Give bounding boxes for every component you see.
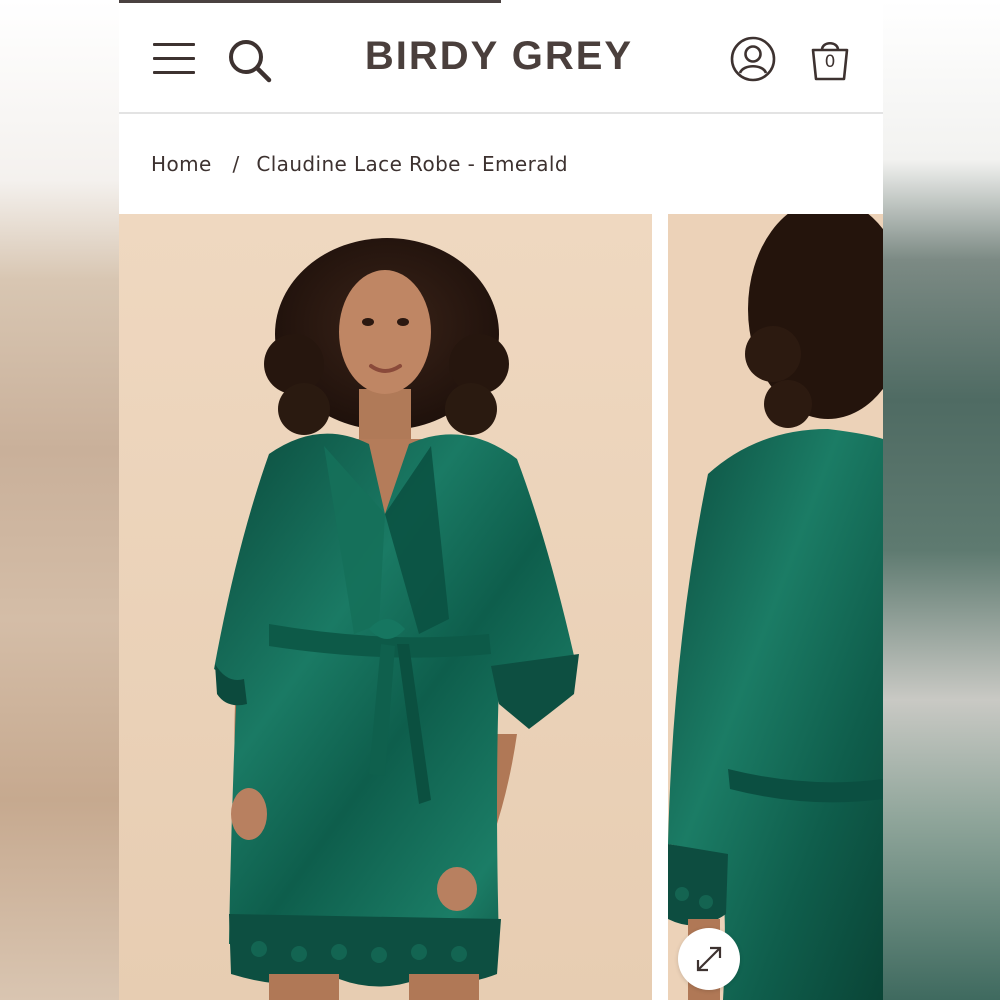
model-front-illustration bbox=[119, 214, 652, 1000]
breadcrumb: Home / Claudine Lace Robe - Emerald bbox=[151, 152, 568, 182]
breadcrumb-separator: / bbox=[232, 152, 240, 176]
product-gallery bbox=[119, 214, 883, 1000]
shopping-bag-icon[interactable]: 0 bbox=[807, 36, 853, 84]
model-back-illustration bbox=[668, 214, 883, 1000]
product-image-back[interactable] bbox=[668, 214, 883, 1000]
expand-icon bbox=[696, 946, 722, 972]
brand-logo[interactable]: BIRDY GREY bbox=[319, 34, 679, 79]
product-page: BIRDY GREY 0 Home / Claudine Lace Robe -… bbox=[119, 0, 883, 1000]
search-icon[interactable] bbox=[227, 38, 273, 84]
cart-count-badge: 0 bbox=[824, 52, 836, 72]
hamburger-menu-icon[interactable] bbox=[153, 42, 195, 74]
account-icon[interactable] bbox=[729, 35, 777, 83]
product-image-front[interactable] bbox=[119, 214, 652, 1000]
breadcrumb-current: Claudine Lace Robe - Emerald bbox=[256, 152, 568, 176]
blurred-left-margin bbox=[0, 0, 119, 1000]
breadcrumb-home-link[interactable]: Home bbox=[151, 152, 212, 176]
blurred-right-margin bbox=[883, 0, 1000, 1000]
site-header: BIRDY GREY 0 bbox=[119, 0, 883, 114]
expand-image-button[interactable] bbox=[678, 928, 740, 990]
